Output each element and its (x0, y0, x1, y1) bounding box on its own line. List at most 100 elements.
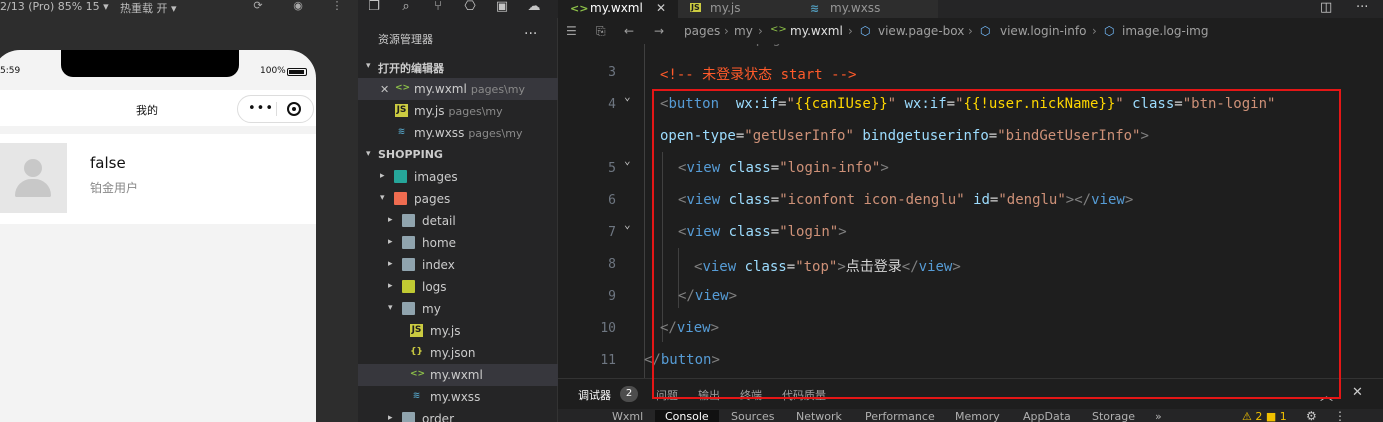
folder-icon (402, 214, 415, 227)
project-section[interactable]: ▾ SHOPPING (358, 144, 558, 166)
tree-label: home (422, 236, 457, 250)
activity-bar: ❐ ⌕ ⑂ ⎔ ▣ ☁ (358, 0, 558, 18)
tree-label: logs (422, 280, 447, 294)
code-area[interactable]: <view class="page-box"> 3 <!-- 未登录状态 sta… (558, 44, 1383, 378)
breadcrumb-my[interactable]: my (734, 24, 753, 38)
indent-guide (644, 44, 645, 378)
fold-chevron-icon[interactable]: ⌄ (624, 154, 631, 167)
tab-appdata[interactable]: AppData (1023, 410, 1071, 422)
explorer-more-icon[interactable]: ··· (524, 26, 537, 42)
tab-output[interactable]: 输出 (698, 387, 720, 403)
code-line: <view class="top">点击登录</view> (694, 259, 961, 275)
wxml-file-icon: <> (570, 2, 589, 15)
chevron-right-icon: ▸ (388, 259, 393, 269)
capsule-close-icon[interactable] (287, 102, 301, 116)
close-icon[interactable]: ✕ (656, 1, 666, 15)
code-line: <view class="login"> (678, 224, 847, 240)
js-file-icon: JS (395, 104, 408, 117)
capsule-divider (276, 102, 277, 116)
debugger-badge: 2 (620, 386, 638, 402)
tree-folder-order[interactable]: ▸ order (358, 408, 558, 422)
breadcrumb-image-log-img[interactable]: image.log-img (1122, 24, 1208, 38)
panel-tabs: 调试器 2 问题 输出 终端 代码质量 ︿ ✕ (558, 379, 1383, 409)
device-selector[interactable]: 2/13 (Pro) 85% 15 ▾ (0, 0, 109, 13)
breadcrumb-file[interactable]: my.wxml (790, 24, 843, 38)
element-icon: ⬡ (1104, 24, 1115, 38)
wxml-file-icon: <> (410, 369, 426, 379)
tree-folder-home[interactable]: ▸ home (358, 232, 558, 254)
stop-icon[interactable]: ◉ (291, 0, 305, 14)
breadcrumb-view-login-info[interactable]: view.login-info (1000, 24, 1086, 38)
tab-problems[interactable]: 问题 (656, 387, 678, 403)
search-icon[interactable]: ⌕ (396, 0, 416, 16)
tree-file-my-wxss[interactable]: ≋ my.wxss (358, 386, 558, 408)
gear-icon[interactable]: ⚙ (1306, 409, 1317, 422)
close-icon[interactable]: ✕ (380, 83, 389, 96)
tree-file-my-js[interactable]: JS my.js (358, 320, 558, 342)
tree-folder-my[interactable]: ▾ my (358, 298, 558, 320)
warning-count[interactable]: ⚠ 2 ■ 1 (1242, 410, 1287, 422)
tab-memory[interactable]: Memory (955, 410, 1000, 422)
bookmark-icon[interactable]: ⎘ (596, 24, 606, 39)
open-editors-section[interactable]: ▾ 打开的编辑器 (358, 56, 558, 78)
more-icon[interactable]: ⋮ (330, 0, 344, 14)
breadcrumb-pages[interactable]: pages (684, 24, 720, 38)
open-editor-item[interactable]: ✕ <> my.wxml pages\my (358, 78, 558, 100)
line-number: 4 (608, 97, 616, 112)
fold-chevron-icon[interactable]: ⌄ (624, 90, 631, 103)
tab-performance[interactable]: Performance (865, 410, 935, 422)
tree-folder-pages[interactable]: ▾ pages (358, 188, 558, 210)
files-icon[interactable]: ❐ (364, 0, 384, 16)
profile-card[interactable]: false 铂金用户 (0, 134, 316, 224)
tab-network[interactable]: Network (796, 410, 842, 422)
chevron-right-icon: › (724, 24, 729, 38)
hot-reload-toggle[interactable]: 热重载 开 ▾ (120, 0, 177, 16)
cloud-icon[interactable]: ☁ (524, 0, 544, 16)
tabs-overflow[interactable]: » (1155, 410, 1162, 422)
phone-screen: 5:59 100% 我的 ••• false 铂金用户 (0, 50, 316, 422)
wxss-file-icon: ≋ (412, 391, 421, 401)
tab-debugger[interactable]: 调试器 (578, 387, 611, 403)
list-icon[interactable]: ☰ (566, 24, 577, 38)
tree-file-my-json[interactable]: {} my.json (358, 342, 558, 364)
line-number: 5 (608, 161, 616, 176)
forward-icon[interactable]: → (654, 24, 664, 38)
tab-my-wxss[interactable]: ≋ my.wxss (798, 0, 938, 18)
tab-terminal[interactable]: 终端 (740, 387, 762, 403)
source-control-icon[interactable]: ⑂ (428, 0, 448, 16)
tree-folder-index[interactable]: ▸ index (358, 254, 558, 276)
open-editor-item[interactable]: JS my.js pages\my (358, 100, 558, 122)
tree-folder-images[interactable]: ▸ images (358, 166, 558, 188)
tree-label: pages (414, 192, 451, 206)
tree-folder-logs[interactable]: ▸ logs (358, 276, 558, 298)
more-icon[interactable]: ⋮ (1334, 409, 1346, 422)
more-actions-icon[interactable]: ··· (1356, 0, 1368, 15)
open-editor-item[interactable]: ≋ my.wxss pages\my (358, 122, 558, 144)
devtools-tabs: Wxml Console Sources Network Performance… (558, 409, 1383, 422)
tab-code-quality[interactable]: 代码质量 (782, 387, 826, 403)
fold-chevron-icon[interactable]: ⌄ (624, 218, 631, 231)
tab-console[interactable]: Console (655, 410, 719, 422)
tab-storage[interactable]: Storage (1092, 410, 1135, 422)
back-icon[interactable]: ← (624, 24, 634, 38)
tree-file-my-wxml[interactable]: <> my.wxml (358, 364, 558, 386)
capsule-more-icon[interactable]: ••• (248, 101, 274, 116)
folder-icon (394, 170, 407, 183)
tab-wxml[interactable]: Wxml (612, 410, 643, 422)
breadcrumb-view-page-box[interactable]: view.page-box (878, 24, 964, 38)
tab-my-js[interactable]: JS my.js (678, 0, 798, 18)
element-icon: ⬡ (980, 24, 991, 38)
split-editor-icon[interactable]: ◫ (1320, 0, 1332, 15)
refresh-icon[interactable]: ⟳ (251, 0, 265, 14)
line-number: 9 (608, 289, 616, 304)
close-icon[interactable]: ✕ (1352, 385, 1363, 400)
chevron-up-icon[interactable]: ︿ (1320, 385, 1333, 404)
avatar[interactable] (0, 143, 67, 213)
folder-open-icon (394, 192, 407, 205)
debug-icon[interactable]: ⎔ (460, 0, 480, 16)
tab-sources[interactable]: Sources (731, 410, 775, 422)
capsule-menu[interactable]: ••• (237, 95, 314, 123)
tree-folder-detail[interactable]: ▸ detail (358, 210, 558, 232)
tab-my-wxml[interactable]: <> my.wxml ✕ (558, 0, 678, 18)
extensions-icon[interactable]: ▣ (492, 0, 512, 16)
